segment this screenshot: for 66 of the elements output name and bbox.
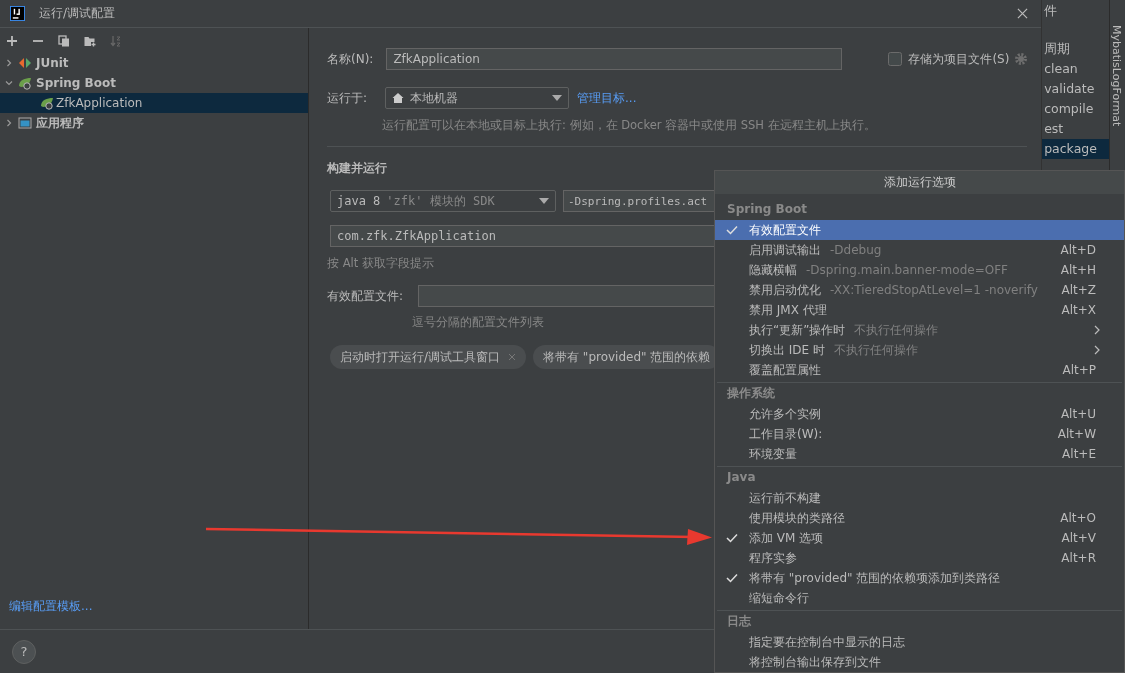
name-field[interactable]: ZfkApplication [386, 48, 843, 70]
dropdown-arrow-icon [539, 198, 549, 204]
window-title: 运行/调试配置 [39, 5, 116, 22]
leaf-gear-icon [40, 96, 54, 110]
menu-item[interactable]: 使用模块的类路径 Alt+O [715, 508, 1124, 528]
menu-item[interactable]: 执行“更新”操作时 不执行任何操作 [715, 320, 1124, 340]
hint-text: 按 Alt 获取字段提示 [327, 256, 434, 271]
menu-item[interactable]: 将控制台输出保存到文件 [715, 652, 1124, 672]
maven-item[interactable]: clean [1042, 59, 1109, 79]
menu-item[interactable]: 指定要在控制台中显示的日志 [715, 632, 1124, 652]
sdk-dropdown[interactable]: java 8 'zfk' 模块的 SDK [330, 190, 556, 212]
menu-item[interactable]: 缩短命令行 [715, 588, 1124, 608]
menu-section-title: 日志 [726, 613, 752, 630]
menu-item[interactable]: 有效配置文件 [715, 220, 1124, 240]
menu-item[interactable]: 禁用 JMX 代理 Alt+X [715, 300, 1124, 320]
tree-item[interactable]: JUnit [0, 53, 308, 73]
leaf-gear-icon [18, 76, 32, 90]
help-button[interactable]: ? [12, 639, 36, 664]
section-title: 构建并运行 [327, 160, 388, 177]
tree-item[interactable]: 应用程序 [0, 113, 308, 133]
check-icon [726, 533, 738, 543]
junit-icon [18, 56, 32, 70]
copy-icon[interactable] [58, 34, 70, 47]
checkbox[interactable] [888, 52, 903, 66]
hint-text: 逗号分隔的配置文件列表 [412, 315, 544, 330]
tree-item[interactable]: Spring Boot [0, 73, 308, 93]
app-logo-icon [10, 6, 25, 21]
menu-section-title: Java [725, 469, 757, 486]
menu-item[interactable]: 允许多个实例 Alt+U [715, 404, 1124, 424]
maven-item[interactable]: 件 [1042, 1, 1109, 21]
menu-section-title: 操作系统 [726, 385, 776, 402]
tree-item[interactable]: ZfkApplication [0, 93, 308, 113]
sort-icon[interactable] [110, 34, 122, 47]
add-icon[interactable] [6, 34, 18, 47]
menu-item[interactable]: 禁用启动优化 -XX:TieredStopAtLevel=1 -noverify Alt+Z [715, 280, 1124, 300]
maven-item[interactable]: validate [1042, 79, 1109, 99]
option-chip[interactable]: 启动时打开运行/调试工具窗口 [330, 345, 527, 369]
menu-title: 添加运行选项 [715, 171, 1124, 194]
checkbox-label: 存储为项目文件(S) [908, 50, 1010, 68]
gear-icon[interactable] [1014, 52, 1029, 66]
menu-item[interactable]: 工作目录(W): Alt+W [715, 424, 1124, 444]
side-tab[interactable]: MybatisLogFormat [1110, 25, 1123, 127]
maven-item[interactable]: 周期 [1042, 39, 1109, 59]
close-icon[interactable] [1017, 8, 1029, 19]
chevron-icon[interactable] [4, 118, 14, 128]
manage-targets-link[interactable]: 管理目标... [577, 89, 637, 107]
dropdown-arrow-icon [552, 95, 563, 101]
maven-item[interactable]: compile [1042, 99, 1109, 119]
check-icon [726, 573, 738, 583]
target-dropdown[interactable]: 本地机器 [385, 87, 570, 109]
maven-item[interactable]: package [1042, 139, 1109, 159]
menu-item[interactable]: 环境变量 Alt+E [715, 444, 1124, 464]
folder-add-icon[interactable] [84, 34, 96, 47]
menu-item[interactable]: 程序实参 Alt+R [715, 548, 1124, 568]
menu-item[interactable]: 隐藏横幅 -Dspring.main.banner-mode=OFF Alt+H [715, 260, 1124, 280]
profiles-label: 有效配置文件: [327, 287, 404, 305]
home-icon [392, 92, 405, 104]
check-icon [726, 225, 738, 235]
edit-templates-link[interactable]: 编辑配置模板... [9, 598, 308, 615]
run-on-label: 运行于: [327, 89, 368, 107]
window-icon [18, 116, 32, 130]
menu-item[interactable]: 运行前不构建 [715, 488, 1124, 508]
menu-item[interactable]: 添加 VM 选项 Alt+V [715, 528, 1124, 548]
menu-item[interactable]: 将带有 "provided" 范围的依赖项添加到类路径 [715, 568, 1124, 588]
name-label: 名称(N): [327, 50, 374, 68]
maven-item[interactable]: est [1042, 119, 1109, 139]
